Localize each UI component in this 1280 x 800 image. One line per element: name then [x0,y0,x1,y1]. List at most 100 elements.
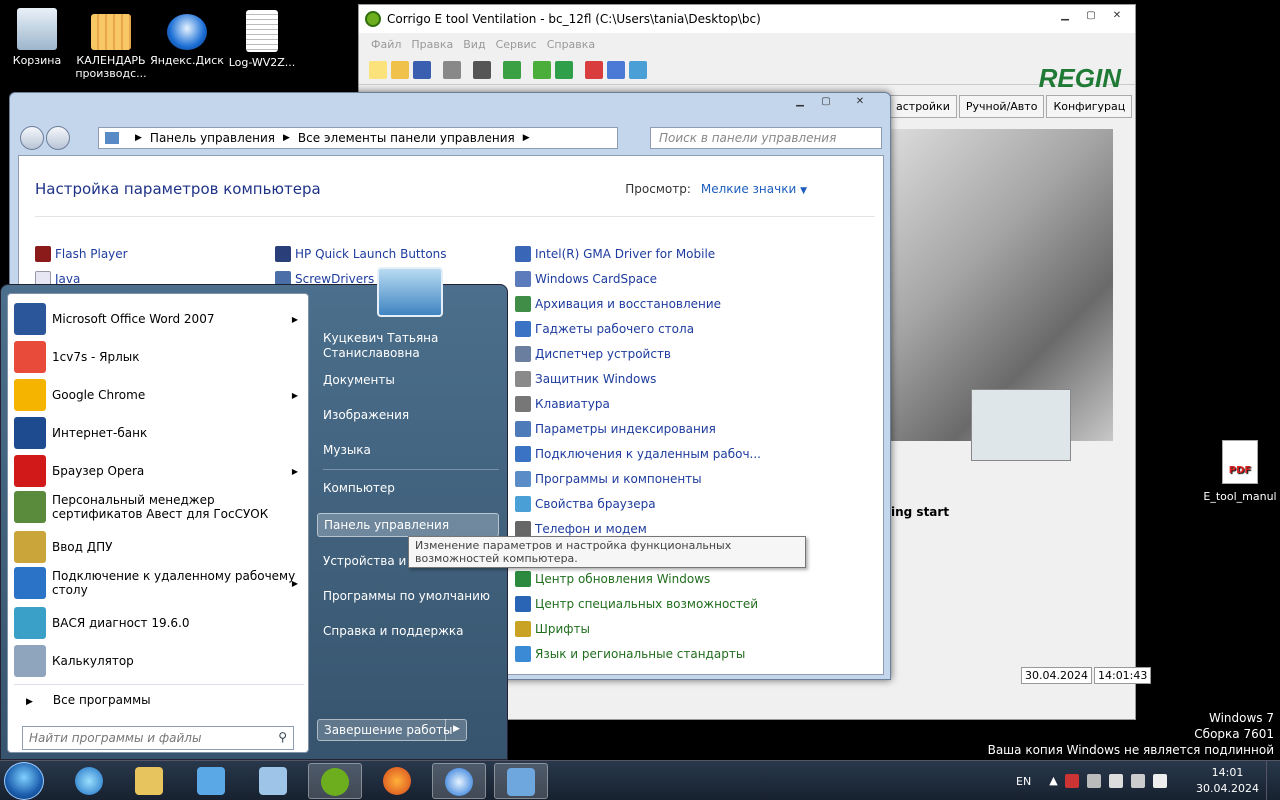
tab-configuration[interactable]: Конфигурац [1046,95,1133,118]
start-link-documents[interactable]: Документы [323,373,395,387]
start-link-devices[interactable]: Устройства и п [323,554,418,568]
start-program-item[interactable]: ВАСЯ диагност 19.6.0 [14,606,304,640]
taskbar-telegram[interactable] [184,763,238,799]
breadcrumb-item[interactable]: Все элементы панели управления [298,131,515,145]
breadcrumb[interactable]: ▶ Панель управления ▶ Все элементы панел… [98,127,618,149]
usb-icon[interactable] [1109,774,1124,788]
close-button[interactable]: ✕ [840,95,880,111]
clock[interactable]: 14:01 30.04.2024 [1196,765,1259,797]
network-tray-icon[interactable] [1087,774,1102,788]
menu-view[interactable]: Вид [463,38,485,51]
new-file-icon[interactable] [369,60,387,79]
view-value[interactable]: Мелкие значки [701,182,796,196]
chevron-right-icon[interactable]: ▶ [292,391,298,400]
tab-settings[interactable]: астройки [889,95,957,118]
cp-item[interactable]: Защитник Windows [515,371,656,387]
start-program-item[interactable]: Интернет-банк [14,416,304,450]
chevron-right-icon[interactable]: ▶ [292,579,298,588]
open-folder-icon[interactable] [391,60,409,79]
taskbar-network[interactable] [246,763,300,799]
desktop-icon-log[interactable]: Log-WV2Z... [222,10,302,69]
desktop-icon-recycle-bin[interactable]: Корзина [0,8,77,67]
taskbar-yandex-disk[interactable] [432,763,486,799]
back-button[interactable] [20,126,44,150]
cp-item[interactable]: Центр специальных возможностей [515,596,758,612]
maximize-button[interactable]: ▢ [1079,9,1103,25]
cp-item[interactable]: Диспетчер устройств [515,346,671,362]
security-icon[interactable] [1065,774,1080,788]
desktop-icon-calendar[interactable]: КАЛЕНДАРЬ производс... [71,14,151,80]
menu-file[interactable]: Файл [371,38,401,51]
start-button[interactable] [4,762,44,800]
desktop-icon-pdf[interactable]: PDF E_tool_manul [1200,440,1280,503]
start-link-music[interactable]: Музыка [323,443,371,457]
close-button[interactable]: ✕ [1105,9,1129,25]
corrigo-titlebar[interactable]: Corrigo E tool Ventilation - bc_12fl (C:… [359,5,1135,33]
menu-edit[interactable]: Правка [411,38,453,51]
taskbar-ie[interactable] [62,763,116,799]
start-program-item[interactable]: Google Chrome ▶ [14,378,304,412]
start-program-item[interactable]: Калькулятор [14,644,304,678]
desktop-icon-yandex-disk[interactable]: Яндекс.Диск [147,14,227,67]
cp-item[interactable]: Параметры индексирования [515,421,716,437]
cp-item[interactable]: Язык и региональные стандарты [515,646,745,662]
start-link-help[interactable]: Справка и поддержка [323,624,464,638]
monitor-icon[interactable] [1131,774,1146,788]
chart-icon[interactable] [585,60,603,79]
taskbar-control-panel[interactable] [494,763,548,799]
start-program-item[interactable]: Ввод ДПУ [14,530,304,564]
cpanel-search-input[interactable]: Поиск в панели управления [650,127,882,149]
minimize-button[interactable]: ▁ [1053,9,1077,25]
tab-manual-auto[interactable]: Ручной/Авто [958,95,1045,118]
start-link-control-panel[interactable]: Панель управления [317,513,499,537]
cp-item[interactable]: Подключения к удаленным рабоч... [515,446,761,462]
language-indicator[interactable]: EN [1016,775,1031,788]
all-programs-item[interactable]: ▶ Все программы [14,684,304,715]
cp-item[interactable]: Windows CardSpace [515,271,657,287]
tools-icon[interactable] [629,60,647,79]
download-icon[interactable] [533,60,551,79]
breadcrumb-item[interactable]: Панель управления [150,131,275,145]
show-hidden-icons-icon[interactable]: ▲ [1049,774,1057,788]
show-desktop-button[interactable] [1266,761,1280,800]
user-picture[interactable] [377,267,443,317]
delete-icon[interactable] [473,60,491,79]
transfer-icon[interactable] [555,60,573,79]
start-program-item[interactable]: 1cv7s - Ярлык [14,340,304,374]
shutdown-options-button[interactable]: ▶ [445,719,467,741]
cp-item[interactable]: Архивация и восстановление [515,296,721,312]
cp-item[interactable]: Гаджеты рабочего стола [515,321,694,337]
cp-item[interactable]: Телефон и модем [515,521,647,537]
start-link-default-programs[interactable]: Программы по умолчанию [323,589,490,603]
cp-item[interactable]: Flash Player [35,246,128,262]
cp-item[interactable]: Клавиатура [515,396,610,412]
cp-item[interactable]: Шрифты [515,621,590,637]
chevron-right-icon[interactable]: ▶ [292,467,298,476]
cp-item[interactable]: Intel(R) GMA Driver for Mobile [515,246,715,262]
start-program-item[interactable]: Подключение к удаленному рабочему столу ▶ [14,566,304,600]
volume-icon[interactable] [1153,774,1168,788]
cp-item[interactable]: HP Quick Launch Buttons [275,246,447,262]
start-program-item[interactable]: Браузер Opera ▶ [14,454,304,488]
edit-icon[interactable] [607,60,625,79]
taskbar-corrigo[interactable] [308,763,362,799]
start-link-pictures[interactable]: Изображения [323,408,409,422]
maximize-button[interactable]: ▢ [814,95,838,111]
start-link-computer[interactable]: Компьютер [323,481,395,495]
save-icon[interactable] [413,60,431,79]
cp-item[interactable]: Программы и компоненты [515,471,702,487]
forward-button[interactable] [46,126,70,150]
start-program-item[interactable]: Microsoft Office Word 2007 ▶ [14,302,304,336]
view-selector[interactable]: Просмотр: Мелкие значки ▼ [625,182,807,196]
taskbar-explorer[interactable] [122,763,176,799]
start-user-name[interactable]: Куцкевич Татьяна Станиславовна [323,331,473,361]
refresh-icon[interactable] [503,60,521,79]
cp-item[interactable]: Свойства браузера [515,496,656,512]
menu-service[interactable]: Сервис [496,38,537,51]
cp-item[interactable]: Центр обновления Windows [515,571,710,587]
menu-help[interactable]: Справка [547,38,595,51]
taskbar-firefox[interactable] [370,763,424,799]
minimize-button[interactable]: ▁ [788,95,812,111]
start-program-item[interactable]: Персональный менеджер сертификатов Авест… [14,490,304,524]
start-search-input[interactable]: Найти программы и файлы ⚲ [22,726,294,750]
